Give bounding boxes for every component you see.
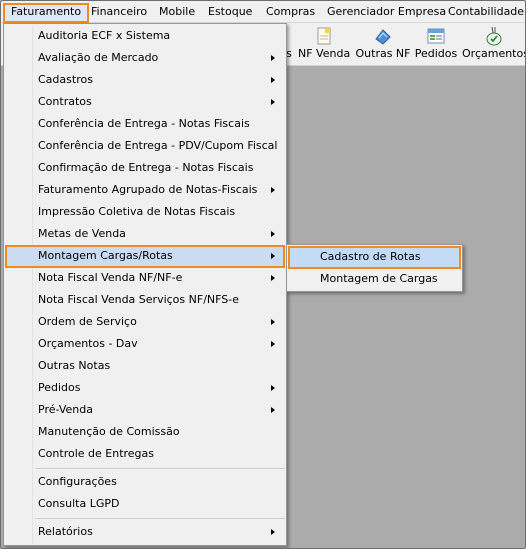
nf-venda-icon [298,25,350,47]
menu-item-label: Cadastros [38,73,93,86]
menu-item-faturamento-agrupado[interactable]: Faturamento Agrupado de Notas-Fiscais [5,179,285,201]
menu-item-label: Ordem de Serviço [38,315,137,328]
menu-bar: Faturamento Financeiro Mobile Estoque Co… [1,1,525,23]
menu-item-montagem-cargas-rotas[interactable]: Montagem Cargas/Rotas [5,245,285,268]
toolbar-button-pedidos-label: Pedidos [414,47,458,60]
outras-nf-icon [354,25,412,47]
menu-item-label: Impressão Coletiva de Notas Fiscais [38,205,236,218]
menu-item-manutencao-comissao[interactable]: Manutenção de Comissão [5,421,285,443]
menu-item-cadastros[interactable]: Cadastros [5,69,285,91]
menu-item-label: Pedidos [38,381,81,394]
submenu-arrow-icon [271,77,275,83]
menu-item-label: Contratos [38,95,92,108]
toolbar-button-outras-nf-label: Outras NF [355,47,411,60]
menu-item-label: Nota Fiscal Venda Serviços NF/NFS-e [38,293,239,306]
application-window: Faturamento Financeiro Mobile Estoque Co… [0,0,526,549]
menu-item-relatorios[interactable]: Relatórios [5,521,285,543]
menu-faturamento[interactable]: Faturamento [3,3,90,23]
menu-item-label: Avaliação de Mercado [38,51,159,64]
toolbar-button-nf-venda-label: NF Venda [298,47,351,60]
menu-item-label: Configurações [38,475,117,488]
menu-item-label: Consulta LGPD [38,497,120,510]
submenu-item-montagem-cargas[interactable]: Montagem de Cargas [288,268,461,290]
menu-item-orcamentos-dav[interactable]: Orçamentos - Dav [5,333,285,355]
menu-item-nota-fiscal-servicos[interactable]: Nota Fiscal Venda Serviços NF/NFS-e [5,289,285,311]
menu-item-label: Montagem Cargas/Rotas [38,249,173,262]
menu-mobile[interactable]: Mobile [153,3,201,23]
toolbar-button-orcamentos-label: Orçamentos [462,47,526,60]
submenu-arrow-icon [271,253,275,259]
menu-estoque[interactable]: Estoque [202,3,258,23]
orcamentos-icon [462,25,525,47]
submenu-arrow-icon [271,319,275,325]
submenu-arrow-icon [271,407,275,413]
pedidos-icon [414,25,458,47]
toolbar-button-nf-venda[interactable]: NF Venda [298,25,350,65]
menu-item-label: Nota Fiscal Venda NF/NF-e [38,271,183,284]
submenu-item-label: Montagem de Cargas [320,272,438,285]
menu-separator [35,518,285,519]
menu-item-controle-entregas[interactable]: Controle de Entregas [5,443,285,465]
menu-item-consulta-lgpd[interactable]: Consulta LGPD [5,493,285,515]
submenu-arrow-icon [271,55,275,61]
toolbar-button-pedidos[interactable]: Pedidos [414,25,458,65]
menu-item-label: Conferência de Entrega - PDV/Cupom Fisca… [38,139,278,152]
menu-item-label: Outras Notas [38,359,111,372]
menu-item-label: Orçamentos - Dav [38,337,138,350]
submenu-arrow-icon [271,341,275,347]
menu-item-label: Relatórios [38,525,93,538]
menu-item-pedidos[interactable]: Pedidos [5,377,285,399]
submenu-arrow-icon [271,529,275,535]
submenu-arrow-icon [271,275,275,281]
submenu-arrow-icon [271,99,275,105]
menu-item-label: Manutenção de Comissão [38,425,180,438]
montagem-cargas-rotas-submenu: Cadastro de Rotas Montagem de Cargas [286,244,463,292]
submenu-arrow-icon [271,385,275,391]
menu-item-contratos[interactable]: Contratos [5,91,285,113]
menu-item-configuracoes[interactable]: Configurações [5,471,285,493]
toolbar-button-outras-nf[interactable]: Outras NF [354,25,412,65]
menu-item-auditoria-ecf[interactable]: Auditoria ECF x Sistema [5,25,285,47]
menu-item-pre-venda[interactable]: Pré-Venda [5,399,285,421]
menu-item-nota-fiscal-venda[interactable]: Nota Fiscal Venda NF/NF-e [5,267,285,289]
menu-item-confirmacao-entrega[interactable]: Confirmação de Entrega - Notas Fiscais [5,157,285,179]
submenu-item-cadastro-rotas[interactable]: Cadastro de Rotas [288,246,461,269]
faturamento-dropdown: Auditoria ECF x Sistema Avaliação de Mer… [3,23,287,546]
menu-item-label: Faturamento Agrupado de Notas-Fiscais [38,183,258,196]
menu-item-label: Confirmação de Entrega - Notas Fiscais [38,161,254,174]
menu-item-metas-venda[interactable]: Metas de Venda [5,223,285,245]
menu-gerenciador-empresa[interactable]: Gerenciador Empresa [321,3,452,23]
menu-item-conferencia-notas[interactable]: Conferência de Entrega - Notas Fiscais [5,113,285,135]
menu-item-label: Conferência de Entrega - Notas Fiscais [38,117,250,130]
menu-compras[interactable]: Compras [260,3,321,23]
submenu-arrow-icon [271,187,275,193]
menu-item-label: Pré-Venda [38,403,93,416]
menu-item-avaliacao-mercado[interactable]: Avaliação de Mercado [5,47,285,69]
menu-item-impressao-coletiva[interactable]: Impressão Coletiva de Notas Fiscais [5,201,285,223]
menu-item-label: Controle de Entregas [38,447,155,460]
submenu-item-label: Cadastro de Rotas [320,250,421,263]
menu-separator [35,468,285,469]
menu-contabilidade[interactable]: Contabilidade [442,3,525,23]
menu-item-outras-notas[interactable]: Outras Notas [5,355,285,377]
menu-item-conferencia-pdv[interactable]: Conferência de Entrega - PDV/Cupom Fisca… [5,135,285,157]
submenu-arrow-icon [271,231,275,237]
menu-item-label: Auditoria ECF x Sistema [38,29,171,42]
menu-financeiro[interactable]: Financeiro [85,3,153,23]
toolbar-button-orcamentos[interactable]: Orçamentos [462,25,526,65]
menu-item-label: Metas de Venda [38,227,126,240]
menu-item-ordem-servico[interactable]: Ordem de Serviço [5,311,285,333]
